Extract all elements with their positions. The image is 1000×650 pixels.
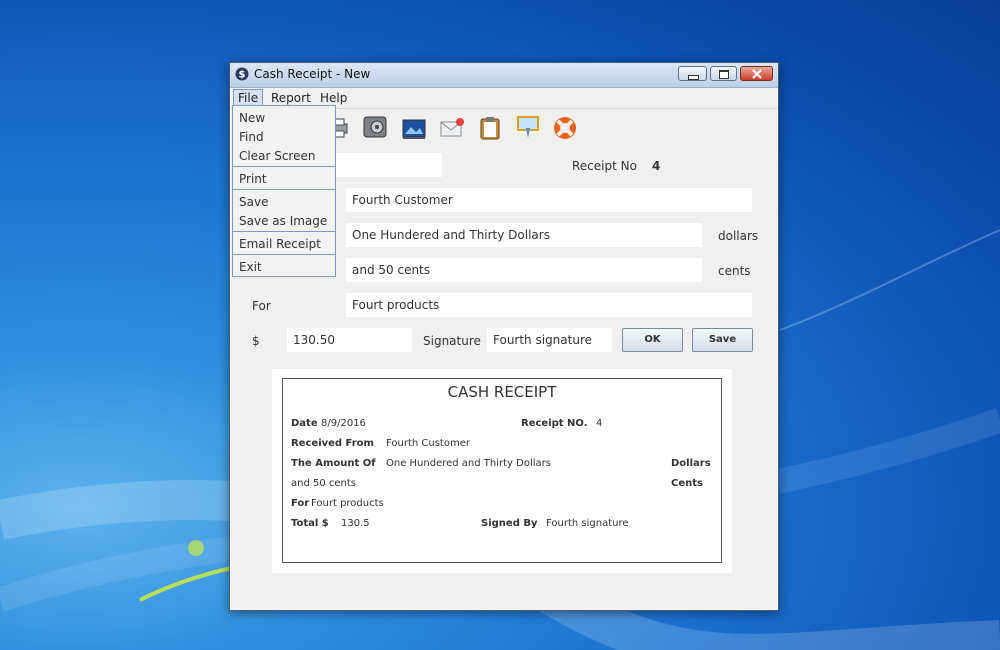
receipt-date-label: Date (291, 418, 318, 429)
dollars-label: dollars (718, 229, 759, 243)
receipt-date: 8/9/2016 (321, 418, 366, 429)
receipt-no-label-preview: Receipt NO. (521, 418, 588, 429)
window-title: Cash Receipt - New (254, 67, 371, 81)
maximize-icon (719, 70, 729, 79)
help-lifebuoy-icon[interactable] (552, 115, 578, 141)
receipt-no-value: 4 (652, 159, 661, 173)
dollars-label-preview: Dollars (671, 458, 711, 469)
title-bar[interactable]: $ Cash Receipt - New (230, 63, 778, 88)
close-button[interactable] (740, 66, 773, 81)
for-label: For (252, 299, 271, 313)
received-from-field[interactable]: Fourth Customer (346, 188, 752, 212)
for-preview: Fourt products (311, 498, 384, 509)
received-from-label-preview: Received From (291, 438, 374, 449)
signed-by-label-preview: Signed By (481, 518, 538, 529)
menu-separator (233, 166, 335, 167)
received-from-preview: Fourth Customer (386, 438, 470, 449)
menu-print[interactable]: Print (239, 172, 267, 186)
minimize-icon (688, 75, 699, 80)
menu-separator (233, 231, 335, 232)
cents-label-preview: Cents (671, 478, 703, 489)
email-icon[interactable] (439, 115, 465, 141)
menu-separator (233, 189, 335, 190)
clipboard-icon[interactable] (477, 115, 503, 141)
minimize-button[interactable] (678, 66, 707, 81)
menu-save[interactable]: Save (239, 195, 268, 209)
dollar-icon: $ (235, 67, 249, 81)
cents-preview: and 50 cents (291, 478, 357, 489)
receipt-title: CASH RECEIPT (447, 383, 557, 401)
amount-of-label-preview: The Amount Of (291, 458, 376, 469)
for-field[interactable]: Fourt products (346, 293, 752, 317)
safe-icon[interactable] (362, 114, 388, 140)
save-button[interactable]: Save (692, 328, 753, 352)
maximize-button[interactable] (710, 66, 737, 81)
total-label-preview: Total $ (291, 518, 329, 529)
ok-button[interactable]: OK (622, 328, 683, 352)
menu-save-as-image[interactable]: Save as Image (239, 214, 327, 228)
amount-field[interactable]: 130.50 (287, 328, 412, 352)
total-preview: 130.5 (341, 518, 370, 529)
menu-email-receipt[interactable]: Email Receipt (239, 237, 321, 251)
paint-icon[interactable] (515, 114, 541, 140)
cents-field[interactable]: and 50 cents (346, 258, 702, 282)
signature-label: Signature (423, 334, 481, 348)
signed-by-preview: Fourth signature (546, 518, 629, 529)
svg-text:$: $ (239, 70, 246, 81)
amount-of-preview: One Hundered and Thirty Dollars (386, 458, 551, 469)
menu-separator (233, 254, 335, 255)
date-field[interactable]: 6 (322, 153, 442, 177)
receipt-preview: CASH RECEIPT Date 8/9/2016 Receipt NO. 4… (272, 369, 732, 573)
menu-clear-screen[interactable]: Clear Screen (239, 149, 315, 163)
cents-label: cents (718, 264, 751, 278)
close-icon (752, 69, 762, 79)
image-icon[interactable] (401, 116, 427, 142)
menu-exit[interactable]: Exit (239, 260, 262, 274)
file-menu-dropdown: New Find Clear Screen Print Save Save as… (232, 105, 336, 277)
receipt-border: CASH RECEIPT Date 8/9/2016 Receipt NO. 4… (282, 378, 722, 563)
receipt-no-label: Receipt No (572, 159, 637, 173)
dollar-sign-label: $ (252, 334, 260, 348)
for-label-preview: For (291, 498, 310, 509)
signature-field[interactable]: Fourth signature (487, 328, 612, 352)
receipt-no-preview: 4 (596, 418, 603, 429)
amount-words-field[interactable]: One Hundered and Thirty Dollars (346, 223, 702, 247)
menu-find[interactable]: Find (239, 130, 264, 144)
menu-new[interactable]: New (239, 111, 265, 125)
